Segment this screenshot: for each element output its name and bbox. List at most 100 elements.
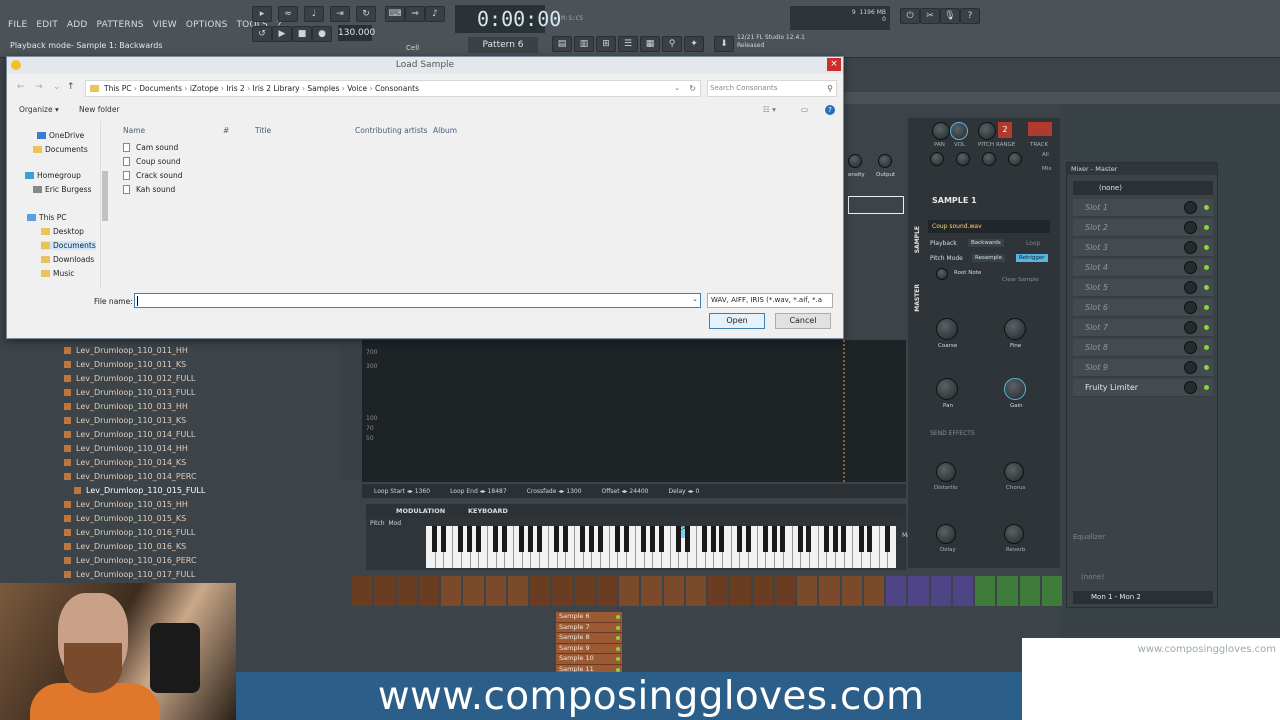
step-edit-button[interactable]: ⇒ <box>405 6 425 22</box>
step-button[interactable] <box>530 576 551 606</box>
menu-item-5[interactable]: OPTIONS <box>186 20 228 30</box>
plugin-picker-button[interactable]: ⚲ <box>662 36 682 52</box>
menu-item-4[interactable]: VIEW <box>153 20 177 30</box>
density-knob[interactable] <box>848 154 862 168</box>
pan-knob[interactable] <box>932 122 950 140</box>
waveform-view[interactable]: 700 300 100 70 50 <box>362 340 906 482</box>
playback-select[interactable]: Backwards <box>968 239 1004 247</box>
nav-item[interactable]: Music <box>41 269 74 278</box>
black-key[interactable] <box>501 526 507 552</box>
step-button[interactable] <box>1019 576 1040 606</box>
step-button[interactable] <box>819 576 840 606</box>
channel-item[interactable]: Sample 7 <box>556 622 622 634</box>
filetype-select[interactable]: WAV, AIFF, IRIS (*.wav, *.aif, *.a <box>707 293 833 308</box>
pitch-mode-select[interactable]: Resample <box>972 254 1005 262</box>
slot-mix-knob[interactable] <box>1184 381 1197 394</box>
mixer-slot[interactable]: Slot 1 <box>1073 199 1213 217</box>
menu-item-3[interactable]: PATTERNS <box>97 20 144 30</box>
mixer-slot[interactable]: Slot 8 <box>1073 339 1213 357</box>
chevron-down-icon[interactable]: ⌄ <box>53 82 61 92</box>
black-key[interactable] <box>710 526 716 552</box>
step-button[interactable] <box>663 576 684 606</box>
slot-enable-led[interactable] <box>1204 345 1209 350</box>
organize-button[interactable]: Organize ▾ <box>19 105 59 114</box>
menu-item-2[interactable]: ADD <box>67 20 88 30</box>
nav-item[interactable]: This PC <box>27 213 66 222</box>
up-icon[interactable]: ↑ <box>67 82 75 92</box>
black-key[interactable] <box>841 526 847 552</box>
reverb-knob[interactable] <box>1004 524 1024 544</box>
browser-item[interactable]: Lev_Drumloop_110_011_KS <box>64 360 186 369</box>
mixer-slot[interactable]: Slot 2 <box>1073 219 1213 237</box>
chorus-knob[interactable] <box>1004 462 1024 482</box>
step-button[interactable] <box>708 576 729 606</box>
step-button[interactable] <box>641 576 662 606</box>
touch-controller-button[interactable]: ✦ <box>684 36 704 52</box>
file-item[interactable]: Cam sound <box>123 143 178 152</box>
record-button[interactable]: ● <box>312 26 332 42</box>
help-icon[interactable]: ? <box>960 8 980 24</box>
file-item[interactable]: Kah sound <box>123 185 175 194</box>
menu-item-1[interactable]: EDIT <box>36 20 58 30</box>
knob-2[interactable] <box>956 152 970 166</box>
black-key[interactable] <box>475 526 481 552</box>
black-key[interactable] <box>832 526 838 552</box>
preview-pane-icon[interactable]: ▭ <box>801 105 808 114</box>
download-icon[interactable]: ⬇ <box>714 36 734 52</box>
browser-item[interactable]: Lev_Drumloop_110_013_FULL <box>64 388 195 397</box>
slot-mix-knob[interactable] <box>1184 361 1197 374</box>
nav-item[interactable]: Downloads <box>41 255 94 264</box>
nav-scrollbar[interactable] <box>100 121 108 289</box>
nav-item[interactable]: Documents <box>41 241 96 250</box>
mic-icon[interactable]: 🎙 <box>940 8 960 24</box>
channel-item[interactable]: Sample 9 <box>556 643 622 655</box>
browser-item[interactable]: Lev_Drumloop_110_016_PERC <box>64 556 197 565</box>
loop-toggle[interactable]: Loop <box>1026 240 1040 247</box>
browser-item[interactable]: Lev_Drumloop_110_015_HH <box>64 500 188 509</box>
slot-mix-knob[interactable] <box>1184 321 1197 334</box>
step-button[interactable] <box>975 576 996 606</box>
step-button[interactable] <box>463 576 484 606</box>
black-key[interactable] <box>467 526 473 552</box>
black-key[interactable] <box>762 526 768 552</box>
slot-enable-led[interactable] <box>1204 385 1209 390</box>
track-number[interactable]: 2 <box>998 122 1012 138</box>
black-key[interactable] <box>440 526 446 552</box>
nav-item[interactable]: Documents <box>33 145 88 154</box>
mixer-slot[interactable]: Slot 4 <box>1073 259 1213 277</box>
loop-param[interactable]: Offset ◂▸ 24400 <box>602 488 649 495</box>
step-button[interactable] <box>441 576 462 606</box>
browser-item[interactable]: Lev_Drumloop_110_017_FULL <box>64 570 195 579</box>
breadcrumb-item[interactable]: iZotope <box>190 84 227 93</box>
slot-mix-knob[interactable] <box>1184 261 1197 274</box>
tools-icon[interactable]: ✂ <box>920 8 940 24</box>
knob-4[interactable] <box>1008 152 1022 166</box>
black-key[interactable] <box>649 526 655 552</box>
black-key[interactable] <box>536 526 542 552</box>
mixer-slot[interactable]: Fruity Limiter <box>1073 379 1213 397</box>
step-button[interactable] <box>596 576 617 606</box>
black-key[interactable] <box>884 526 890 552</box>
black-key[interactable] <box>806 526 812 552</box>
snap-button[interactable]: ⇥ <box>330 6 350 22</box>
step-button[interactable] <box>930 576 951 606</box>
close-icon[interactable]: × <box>827 58 841 71</box>
black-key[interactable] <box>658 526 664 552</box>
nav-item[interactable]: Eric Burgess <box>33 185 91 194</box>
channel-item[interactable]: Sample 8 <box>556 633 622 644</box>
step-sequencer[interactable] <box>352 576 1062 606</box>
nav-item[interactable]: Desktop <box>41 227 84 236</box>
column-header[interactable]: # <box>223 126 229 135</box>
black-key[interactable] <box>858 526 864 552</box>
slot-enable-led[interactable] <box>1204 225 1209 230</box>
step-button[interactable] <box>574 576 595 606</box>
slot-mix-knob[interactable] <box>1184 201 1197 214</box>
clear-sample-button[interactable]: Clear Sample <box>1002 277 1039 283</box>
step-button[interactable] <box>374 576 395 606</box>
black-key[interactable] <box>702 526 708 552</box>
slot-enable-led[interactable] <box>1204 205 1209 210</box>
channel-rack-button[interactable]: ▦ <box>640 36 660 52</box>
open-button[interactable]: Open <box>709 313 765 329</box>
black-key[interactable] <box>675 526 681 552</box>
black-key[interactable] <box>771 526 777 552</box>
